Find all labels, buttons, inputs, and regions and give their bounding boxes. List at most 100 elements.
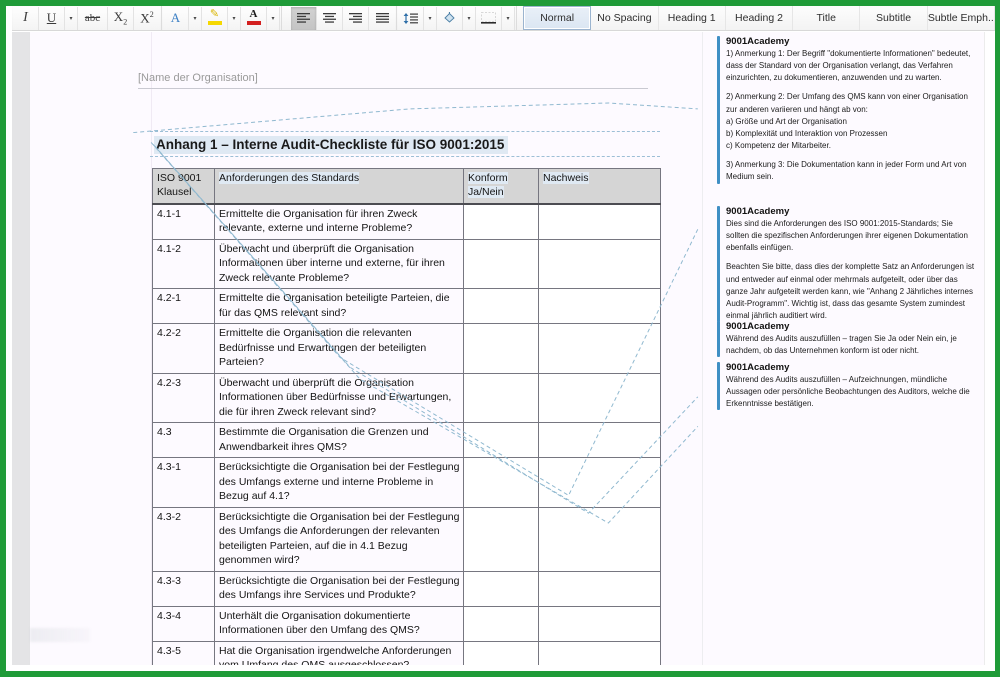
style-heading-1[interactable]: Heading 1 [659, 6, 726, 30]
text-effects-dropdown-chevron-icon[interactable]: ▾ [189, 7, 202, 30]
cell-konform[interactable] [464, 324, 539, 373]
cell-nachweis[interactable] [539, 571, 661, 606]
cell-requirement[interactable]: Unterhält die Organisation dokumentierte… [215, 606, 464, 641]
table-row[interactable]: 4.3-5Hat die Organisation irgendwelche A… [153, 641, 661, 665]
cell-requirement[interactable]: Hat die Organisation irgendwelche Anford… [215, 641, 464, 665]
table-row[interactable]: 4.2-1Ermittelte die Organisation beteili… [153, 289, 661, 324]
align-left-button[interactable] [291, 7, 317, 30]
highlight-dropdown-chevron-icon[interactable]: ▾ [228, 7, 241, 30]
comment-item[interactable]: 9001AcademyWährend des Audits auszufülle… [717, 321, 975, 357]
line-spacing-dropdown-chevron-icon[interactable]: ▾ [424, 7, 437, 30]
comment-paragraph: Während des Audits auszufüllen – tragen … [726, 333, 975, 357]
cell-konform[interactable] [464, 458, 539, 507]
table-row[interactable]: 4.3-4Unterhält die Organisation dokument… [153, 606, 661, 641]
cell-konform[interactable] [464, 423, 539, 458]
text-effects-button[interactable]: A [163, 7, 189, 30]
cell-nachweis[interactable] [539, 606, 661, 641]
style-normal[interactable]: Normal [523, 6, 591, 30]
cell-nachweis[interactable] [539, 373, 661, 422]
font-color-dropdown-chevron-icon[interactable]: ▾ [267, 7, 280, 30]
table-row[interactable]: 4.2-3Überwacht und überprüft die Organis… [153, 373, 661, 422]
style-no-spacing[interactable]: No Spacing [591, 6, 658, 30]
align-center-button[interactable] [317, 7, 343, 30]
cell-clause[interactable]: 4.2-2 [153, 324, 215, 373]
document-page[interactable]: [Name der Organisation] Anhang 1 – Inter… [30, 32, 702, 665]
cell-clause[interactable]: 4.2-1 [153, 289, 215, 324]
italic-button[interactable]: I [13, 7, 39, 30]
cell-konform[interactable] [464, 373, 539, 422]
table-row[interactable]: 4.3-3Berücksichtigte die Organisation be… [153, 571, 661, 606]
comments-pane[interactable]: 9001Academy1) Anmerkung 1: Der Begriff "… [702, 32, 995, 665]
cell-requirement[interactable]: Ermittelte die Organisation beteiligte P… [215, 289, 464, 324]
cell-clause[interactable]: 4.2-3 [153, 373, 215, 422]
cell-nachweis[interactable] [539, 239, 661, 288]
underline-dropdown-chevron-icon[interactable]: ▾ [65, 7, 78, 30]
comment-item[interactable]: 9001AcademyWährend des Audits auszufülle… [717, 362, 975, 410]
cell-clause[interactable]: 4.3 [153, 423, 215, 458]
cell-konform[interactable] [464, 571, 539, 606]
cell-konform[interactable] [464, 204, 539, 239]
cell-requirement[interactable]: Bestimmte die Organisation die Grenzen u… [215, 423, 464, 458]
cell-requirement[interactable]: Ermittelte die Organisation für ihren Zw… [215, 204, 464, 239]
shading-button[interactable] [437, 7, 463, 30]
style-subtitle[interactable]: Subtitle [860, 6, 927, 30]
cell-requirement[interactable]: Berücksichtigte die Organisation bei der… [215, 571, 464, 606]
cell-clause[interactable]: 4.3-1 [153, 458, 215, 507]
align-right-button[interactable] [343, 7, 369, 30]
comment-item[interactable]: 9001Academy1) Anmerkung 1: Der Begriff "… [717, 36, 975, 184]
cell-nachweis[interactable] [539, 289, 661, 324]
font-color-button[interactable]: A [241, 7, 267, 30]
text-highlight-button[interactable]: ✎ [202, 7, 228, 30]
organisation-name-placeholder: [Name der Organisation] [138, 72, 648, 84]
cell-nachweis[interactable] [539, 423, 661, 458]
cell-requirement[interactable]: Überwacht und überprüft die Organisation… [215, 373, 464, 422]
table-row[interactable]: 4.1-1Ermittelte die Organisation für ihr… [153, 204, 661, 239]
align-justify-button[interactable] [369, 7, 395, 30]
cell-requirement[interactable]: Ermittelte die Organisation die relevant… [215, 324, 464, 373]
cell-clause[interactable]: 4.3-4 [153, 606, 215, 641]
comment-paragraph: b) Komplexität und Interaktion von Proze… [726, 128, 975, 140]
cell-konform[interactable] [464, 289, 539, 324]
cell-nachweis[interactable] [539, 324, 661, 373]
cell-requirement[interactable]: Überwacht und überprüft die Organisation… [215, 239, 464, 288]
style-gallery: Normal No Spacing Heading 1 Heading 2 Ti… [523, 6, 995, 30]
cell-requirement[interactable]: Berücksichtigte die Organisation bei der… [215, 458, 464, 507]
style-title[interactable]: Title [793, 6, 860, 30]
document-header-field[interactable]: [Name der Organisation] [138, 72, 648, 89]
style-heading-2[interactable]: Heading 2 [726, 6, 793, 30]
table-row[interactable]: 4.3-1Berücksichtigte die Organisation be… [153, 458, 661, 507]
cell-konform[interactable] [464, 507, 539, 571]
strikethrough-button[interactable]: abc [78, 7, 108, 30]
align-right-icon [349, 13, 362, 24]
underline-button[interactable]: U [39, 7, 65, 30]
text-color-group: A ▾ ✎ ▾ A ▾ [162, 6, 282, 30]
table-row[interactable]: 4.2-2Ermittelte die Organisation die rel… [153, 324, 661, 373]
cell-konform[interactable] [464, 641, 539, 665]
comment-item[interactable]: 9001AcademyDies sind die Anforderungen d… [717, 206, 975, 322]
audit-checklist-table[interactable]: ISO 9001 Klausel Anforderungen des Stand… [152, 168, 661, 665]
style-heading-1-label: Heading 1 [668, 12, 716, 24]
borders-dropdown-chevron-icon[interactable]: ▾ [502, 7, 515, 30]
borders-button[interactable] [476, 7, 502, 30]
cell-clause[interactable]: 4.3-3 [153, 571, 215, 606]
line-spacing-button[interactable] [398, 7, 424, 30]
superscript-button[interactable]: X2 [134, 7, 160, 30]
cell-clause[interactable]: 4.1-2 [153, 239, 215, 288]
comments-pane-scrollbar[interactable] [984, 32, 995, 665]
subscript-button[interactable]: X2 [108, 7, 134, 30]
table-row[interactable]: 4.3-2Berücksichtigte die Organisation be… [153, 507, 661, 571]
cell-nachweis[interactable] [539, 641, 661, 665]
table-row[interactable]: 4.3Bestimmte die Organisation die Grenze… [153, 423, 661, 458]
style-subtle-emphasis[interactable]: Subtle Emph.. [928, 6, 995, 30]
cell-nachweis[interactable] [539, 507, 661, 571]
cell-nachweis[interactable] [539, 204, 661, 239]
table-row[interactable]: 4.1-2Überwacht und überprüft die Organis… [153, 239, 661, 288]
cell-clause[interactable]: 4.1-1 [153, 204, 215, 239]
cell-konform[interactable] [464, 239, 539, 288]
cell-nachweis[interactable] [539, 458, 661, 507]
cell-requirement[interactable]: Berücksichtigte die Organisation bei der… [215, 507, 464, 571]
cell-konform[interactable] [464, 606, 539, 641]
cell-clause[interactable]: 4.3-5 [153, 641, 215, 665]
shading-dropdown-chevron-icon[interactable]: ▾ [463, 7, 476, 30]
cell-clause[interactable]: 4.3-2 [153, 507, 215, 571]
